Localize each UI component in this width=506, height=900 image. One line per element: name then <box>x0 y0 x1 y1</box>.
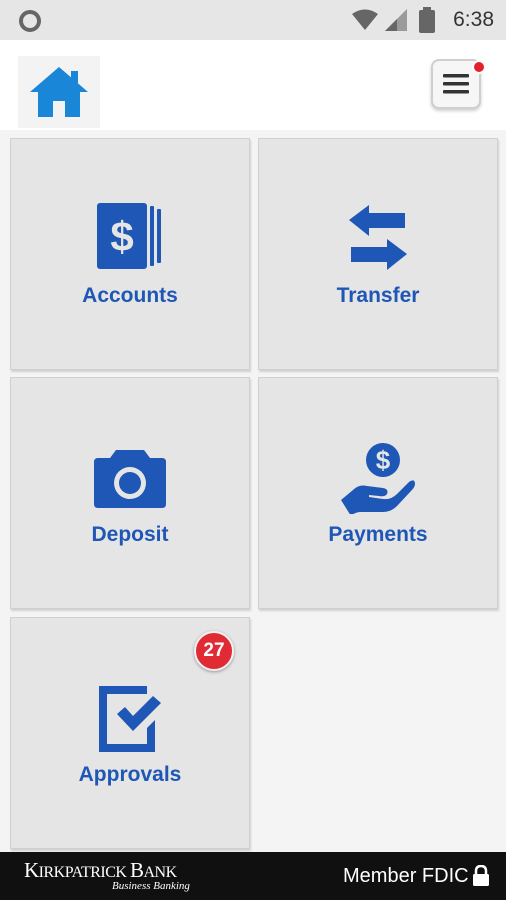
notification-dot <box>472 60 486 74</box>
approvals-label: Approvals <box>78 763 182 786</box>
dollar-cards-icon: $ <box>97 203 161 269</box>
checkbox-icon <box>99 686 161 752</box>
deposit-tile[interactable]: Deposit <box>10 377 250 609</box>
payments-label: Payments <box>328 523 428 546</box>
notification-circle-icon <box>19 10 41 32</box>
status-bar: 6:38 <box>0 0 506 40</box>
footer-bar: KIRKPATRICK BANK Business Banking Member… <box>0 852 506 900</box>
accounts-label: Accounts <box>82 284 178 307</box>
wifi-icon <box>352 9 378 30</box>
transfer-tile[interactable]: Transfer <box>258 138 498 370</box>
app-header <box>0 40 506 130</box>
battery-icon <box>419 7 435 33</box>
status-time: 6:38 <box>453 8 494 31</box>
transfer-label: Transfer <box>336 284 420 307</box>
approvals-badge: 27 <box>194 631 234 671</box>
cell-signal-icon <box>385 9 407 31</box>
hamburger-menu-icon <box>443 74 469 94</box>
member-fdic-text: Member FDIC <box>343 865 469 887</box>
lock-icon <box>473 865 489 886</box>
payments-tile[interactable]: $ Payments <box>258 377 498 609</box>
transfer-arrows-icon <box>349 205 407 270</box>
svg-text:$: $ <box>376 445 391 475</box>
home-icon <box>30 67 88 117</box>
camera-icon <box>94 450 166 508</box>
accounts-tile[interactable]: $ Accounts <box>10 138 250 370</box>
bank-subtitle: Business Banking <box>112 880 190 892</box>
home-button[interactable] <box>18 56 100 128</box>
hand-coin-icon: $ <box>341 443 415 514</box>
svg-text:$: $ <box>110 213 133 260</box>
deposit-label: Deposit <box>91 523 169 546</box>
